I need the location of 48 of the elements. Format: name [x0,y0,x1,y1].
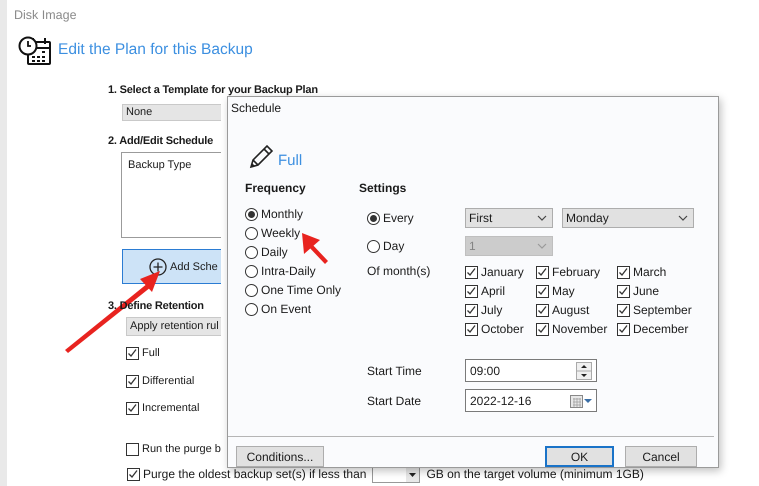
radio-label[interactable]: Day [383,238,404,254]
field-label: Of month(s) [367,264,432,278]
radio-label[interactable]: Monthly [261,206,304,222]
dropdown[interactable]: Monday [562,208,694,228]
checkbox-label[interactable]: May [552,283,575,299]
checkbox-label[interactable]: Differential [142,373,194,389]
add-schedule-button[interactable]: Add Sche [122,249,221,284]
radio-label[interactable]: Intra-Daily [261,263,316,279]
section-heading: Settings [359,180,408,196]
radio-label[interactable]: One Time Only [261,282,342,298]
backup-type-title: Full [278,152,302,170]
section-heading: Frequency [245,180,307,196]
checkbox-label[interactable]: July [481,302,502,318]
retention-dropdown[interactable]: Apply retention rul [126,317,221,336]
date-field[interactable]: 2022-12-16 [465,389,597,412]
dialog-title: Schedule [230,100,282,117]
dialog-button[interactable]: Cancel [625,446,697,467]
section-heading: 1. Select a Template for your Backup Plan [108,83,318,98]
checkbox-label[interactable]: September [633,302,692,318]
radio-label[interactable]: On Event [261,301,312,317]
dialog-button[interactable]: OK [545,446,614,467]
field-label: Start Time [367,364,423,378]
checkbox-label[interactable]: December [633,321,688,337]
checkbox-label[interactable]: April [481,283,506,299]
column-header: Backup Type [128,159,192,171]
radio-label[interactable]: Weekly [261,225,300,241]
section-heading: 2. Add/Edit Schedule [108,134,214,149]
dropdown[interactable]: First [465,208,553,228]
checkbox-label[interactable]: March [633,264,666,280]
checkbox-label[interactable]: October [481,321,524,337]
page-title: Edit the Plan for this Backup [58,41,253,59]
checkbox-label[interactable]: Incremental [142,400,200,416]
checkbox-label[interactable]: February [552,264,600,280]
dialog-button[interactable]: Conditions... [236,446,324,467]
template-dropdown[interactable]: None [122,104,221,121]
field-label: GB on the target volume (minimum 1GB) [426,467,644,481]
checkbox-label[interactable]: August [552,302,590,318]
radio-label[interactable]: Every [383,210,414,226]
checkbox-label[interactable]: Full [142,345,160,361]
radio-label[interactable]: Daily [261,244,288,260]
field-label: Start Date [367,394,422,408]
checkbox-label[interactable]: January [481,264,524,280]
checkbox-label[interactable]: November [552,321,608,337]
checkbox-label[interactable]: June [633,283,660,299]
checkbox-label[interactable]: Purge the oldest backup set(s) if less than [143,466,366,482]
checkbox-label[interactable]: Run the purge b [142,441,221,457]
time-field[interactable]: 09:00 [465,359,597,382]
window-title: Disk Image [13,7,78,24]
